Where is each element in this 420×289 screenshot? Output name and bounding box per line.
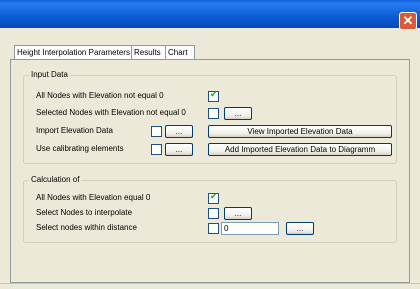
browse-button-selected-nodes[interactable]: ... — [224, 107, 252, 120]
label-import-elevation: Import Elevation Data — [36, 126, 113, 135]
bottom-divider — [0, 283, 420, 284]
view-imported-elevation-button[interactable]: View Imported Elevation Data — [208, 125, 392, 138]
checkmark-icon: ✔ — [210, 89, 218, 99]
input-data-group: Input Data All Nodes with Elevation not … — [23, 70, 397, 164]
add-imported-elevation-button[interactable]: Add Imported Elevation Data to Diagramm — [208, 143, 392, 156]
label-select-nodes-distance: Select nodes within distance — [36, 223, 137, 232]
tab-chart[interactable]: Chart — [165, 45, 195, 59]
checkbox-all-nodes-not-zero[interactable]: ✔ — [208, 89, 219, 102]
group-title: Calculation of — [29, 175, 82, 184]
label-calibrating-elements: Use calibrating elements — [36, 144, 124, 153]
checkbox-select-nodes-interpolate[interactable] — [208, 208, 219, 219]
close-button[interactable]: ✕ — [399, 12, 417, 30]
browse-button-distance[interactable]: ... — [286, 222, 314, 235]
tab-panel: Input Data All Nodes with Elevation not … — [10, 59, 410, 283]
checkmark-icon: ✔ — [210, 191, 218, 201]
checkbox-selected-nodes-not-zero[interactable] — [208, 108, 219, 119]
distance-input[interactable]: 0 — [221, 222, 279, 235]
tab-height-interpolation[interactable]: Height Interpolation Parameters — [14, 45, 132, 60]
label-all-nodes-zero: All Nodes with Elevation equal 0 — [36, 193, 151, 202]
title-bar: ✕ — [0, 0, 420, 30]
label-selected-nodes-not-zero: Selected Nodes with Elevation not equal … — [36, 108, 186, 117]
checkbox-calibrating-elements[interactable] — [151, 144, 162, 155]
browse-button-calibrating[interactable]: ... — [165, 143, 193, 156]
browse-button-select-nodes[interactable]: ... — [224, 207, 252, 220]
calculation-group: Calculation of All Nodes with Elevation … — [23, 175, 397, 243]
checkbox-all-nodes-zero[interactable]: ✔ — [208, 191, 219, 204]
tab-results[interactable]: Results — [131, 45, 167, 59]
label-select-nodes-interpolate: Select Nodes to interpolate — [36, 208, 133, 217]
label-all-nodes-not-zero: All Nodes with Elevation not equal 0 — [36, 91, 164, 100]
checkbox-import-elevation[interactable] — [151, 126, 162, 137]
checkbox-select-nodes-distance[interactable] — [208, 223, 219, 234]
group-title: Input Data — [29, 70, 70, 79]
browse-button-import-elevation[interactable]: ... — [165, 125, 193, 138]
